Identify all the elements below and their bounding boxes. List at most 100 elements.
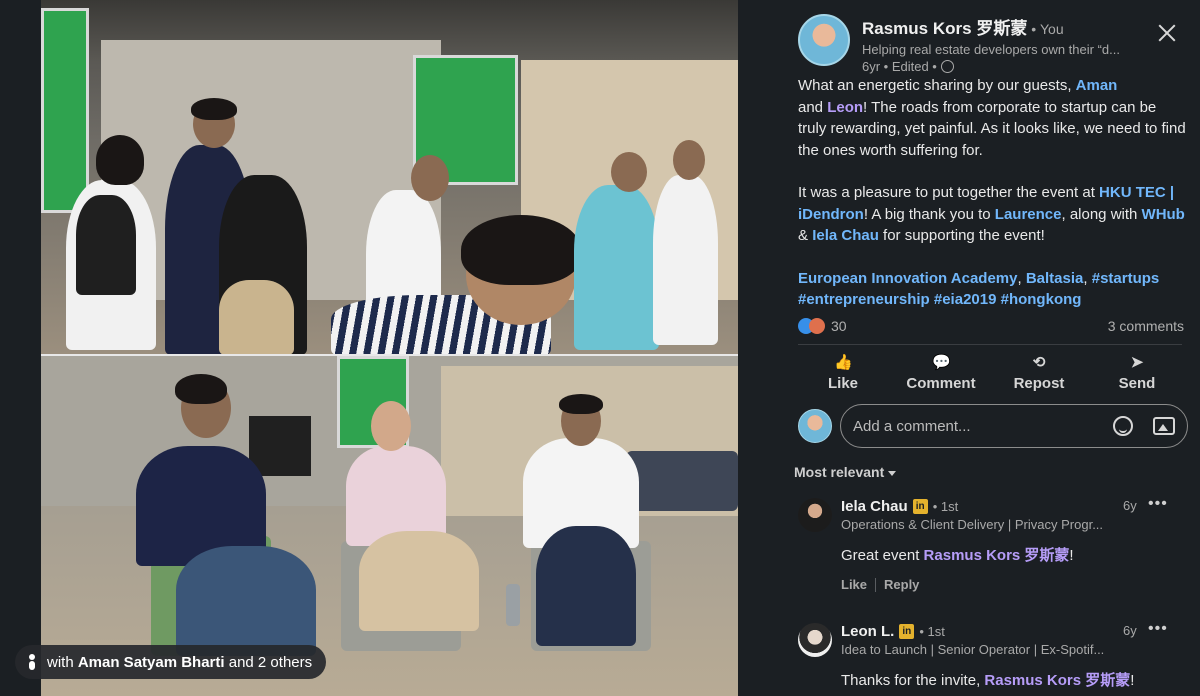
send-icon: ➤	[1130, 354, 1144, 371]
comment-mention-link[interactable]: Rasmus Kors 罗斯蒙	[984, 672, 1130, 689]
comment-like-button[interactable]: Like	[841, 577, 867, 592]
author-name-line[interactable]: Rasmus Kors 罗斯蒙 • You	[862, 14, 1152, 39]
comment-item: Iela Chau in • 1st 6y ••• Operations & Cli…	[798, 495, 1188, 608]
commenter-headline: Operations & Client Delivery | Privacy P…	[841, 517, 1104, 532]
backpack	[76, 195, 136, 295]
author-avatar[interactable]	[798, 14, 850, 66]
post-text: ! A big thank you to	[863, 205, 995, 223]
more-options-icon[interactable]: •••	[1148, 620, 1168, 638]
person-hair	[191, 98, 237, 120]
mention-link[interactable]: Iela Chau	[812, 227, 879, 244]
send-label: Send	[1118, 375, 1156, 392]
monitor	[249, 416, 311, 476]
comment-item: Leon L. in • 1st 6y ••• Idea to Launch | S…	[798, 620, 1188, 696]
author-name[interactable]: Rasmus Kors 罗斯蒙	[862, 19, 1027, 38]
tag-suffix: and 2 others	[224, 653, 313, 671]
comment-input[interactable]: Add a comment...	[840, 404, 1188, 448]
comment-text: Great event Rasmus Kors 罗斯蒙!	[841, 544, 1074, 565]
commenter-avatar[interactable]	[798, 623, 832, 657]
person-pants	[536, 526, 636, 646]
mention-link[interactable]: Leon	[827, 99, 863, 116]
comment-text-part: Thanks for the invite,	[841, 672, 985, 689]
sort-comments-dropdown[interactable]: Most relevant	[794, 464, 897, 480]
like-label: Like	[827, 375, 858, 392]
mention-link[interactable]: European Innovation Academy	[798, 270, 1018, 287]
close-icon[interactable]	[1156, 22, 1178, 44]
my-avatar	[798, 409, 832, 443]
author-you-label: • You	[1027, 21, 1064, 37]
send-button[interactable]: ➤ Send	[1092, 352, 1182, 392]
person-pants	[359, 531, 479, 631]
comment-text-part: !	[1130, 672, 1135, 689]
commenter-headline: Idea to Launch | Senior Operator | Ex-Sp…	[841, 642, 1105, 657]
person-head	[411, 155, 449, 201]
post-time-edited: 6yr • Edited •	[862, 59, 937, 74]
bottle	[506, 584, 520, 626]
post-panel: Rasmus Kors 罗斯蒙 • You Helping real estat…	[780, 0, 1200, 696]
mention-link[interactable]: Aman	[1076, 77, 1118, 94]
love-reaction-icon	[809, 318, 825, 334]
commenter-name-line: Iela Chau in • 1st	[841, 498, 958, 515]
post-photo[interactable]	[41, 0, 738, 696]
commenter-name[interactable]: Iela Chau	[841, 498, 908, 515]
emoji-icon[interactable]	[1113, 416, 1133, 436]
like-button[interactable]: 👍 Like	[798, 352, 888, 392]
premium-badge-icon: in	[899, 624, 915, 639]
person-head	[673, 140, 705, 180]
photo-viewer: with Aman Satyam Bharti and 2 others	[0, 0, 780, 696]
person-pants	[219, 280, 294, 355]
mention-link[interactable]: Laurence	[995, 206, 1062, 223]
tagged-people-chip[interactable]: with Aman Satyam Bharti and 2 others	[15, 645, 327, 679]
person-hair	[559, 394, 603, 414]
post-text: ,	[1017, 269, 1026, 287]
mention-link[interactable]: WHub	[1142, 206, 1185, 223]
commenter-name[interactable]: Leon L.	[841, 623, 894, 640]
person-hair	[461, 215, 581, 285]
tag-text: with Aman Satyam Bharti and 2 others	[47, 654, 312, 671]
comment-reply-button[interactable]: Reply	[884, 577, 919, 592]
post-actions: 👍 Like 💬 Comment ⟲ Repost ➤ Send	[798, 352, 1182, 392]
globe-icon	[940, 60, 954, 73]
comment-mention-link[interactable]: Rasmus Kors 罗斯蒙	[924, 547, 1070, 564]
connection-degree: • 1st	[932, 499, 959, 514]
author-headline: Helping real estate developers own their…	[862, 42, 1120, 57]
person-hair	[175, 374, 227, 404]
comment-button[interactable]: 💬 Comment	[896, 352, 986, 392]
post-paragraph: What an energetic sharing by our guests,…	[798, 75, 1188, 161]
person-head	[96, 135, 144, 185]
tagged-person-name[interactable]: Aman Satyam Bharti	[78, 654, 225, 671]
repost-label: Repost	[1013, 375, 1065, 392]
repost-icon: ⟲	[1032, 354, 1046, 371]
comment-text-part: Great event	[841, 547, 924, 564]
person	[653, 175, 718, 345]
person-jeans	[176, 546, 316, 656]
post-text: and	[798, 98, 828, 116]
caret-down-icon	[888, 470, 897, 476]
more-options-icon[interactable]: •••	[1148, 495, 1168, 513]
repost-button[interactable]: ⟲ Repost	[994, 352, 1084, 392]
comment-icon: 💬	[932, 354, 951, 371]
commenter-name-line: Leon L. in • 1st	[841, 623, 945, 640]
person-icon	[27, 654, 37, 670]
author-info: Rasmus Kors 罗斯蒙 • You Helping real estat…	[862, 14, 1152, 74]
commenter-avatar[interactable]	[798, 498, 832, 532]
comment-text: Thanks for the invite, Rasmus Kors 罗斯蒙!	[841, 669, 1134, 690]
comments-count[interactable]: 3 comments	[1108, 318, 1184, 334]
projector-screen-left	[41, 8, 89, 213]
like-icon: 👍	[834, 354, 853, 371]
reaction-count[interactable]: 30	[831, 318, 847, 334]
sort-label: Most relevant	[794, 464, 885, 480]
post-text: for supporting the event!	[878, 227, 1045, 244]
reactions-summary[interactable]: 30	[798, 318, 847, 334]
image-icon[interactable]	[1153, 417, 1175, 435]
post-author: Rasmus Kors 罗斯蒙 • You Helping real estat…	[798, 14, 1152, 74]
divider	[875, 577, 877, 592]
photo-top-half	[41, 0, 738, 355]
connection-degree: • 1st	[919, 624, 945, 639]
auditorium-seats	[626, 451, 738, 511]
mention-link[interactable]: Baltasia	[1026, 270, 1084, 287]
comment-text-part: !	[1069, 547, 1074, 564]
post-text: What an energetic sharing by our guests,	[798, 77, 1076, 94]
reaction-icons	[798, 318, 825, 334]
comment-placeholder: Add a comment...	[853, 417, 971, 435]
